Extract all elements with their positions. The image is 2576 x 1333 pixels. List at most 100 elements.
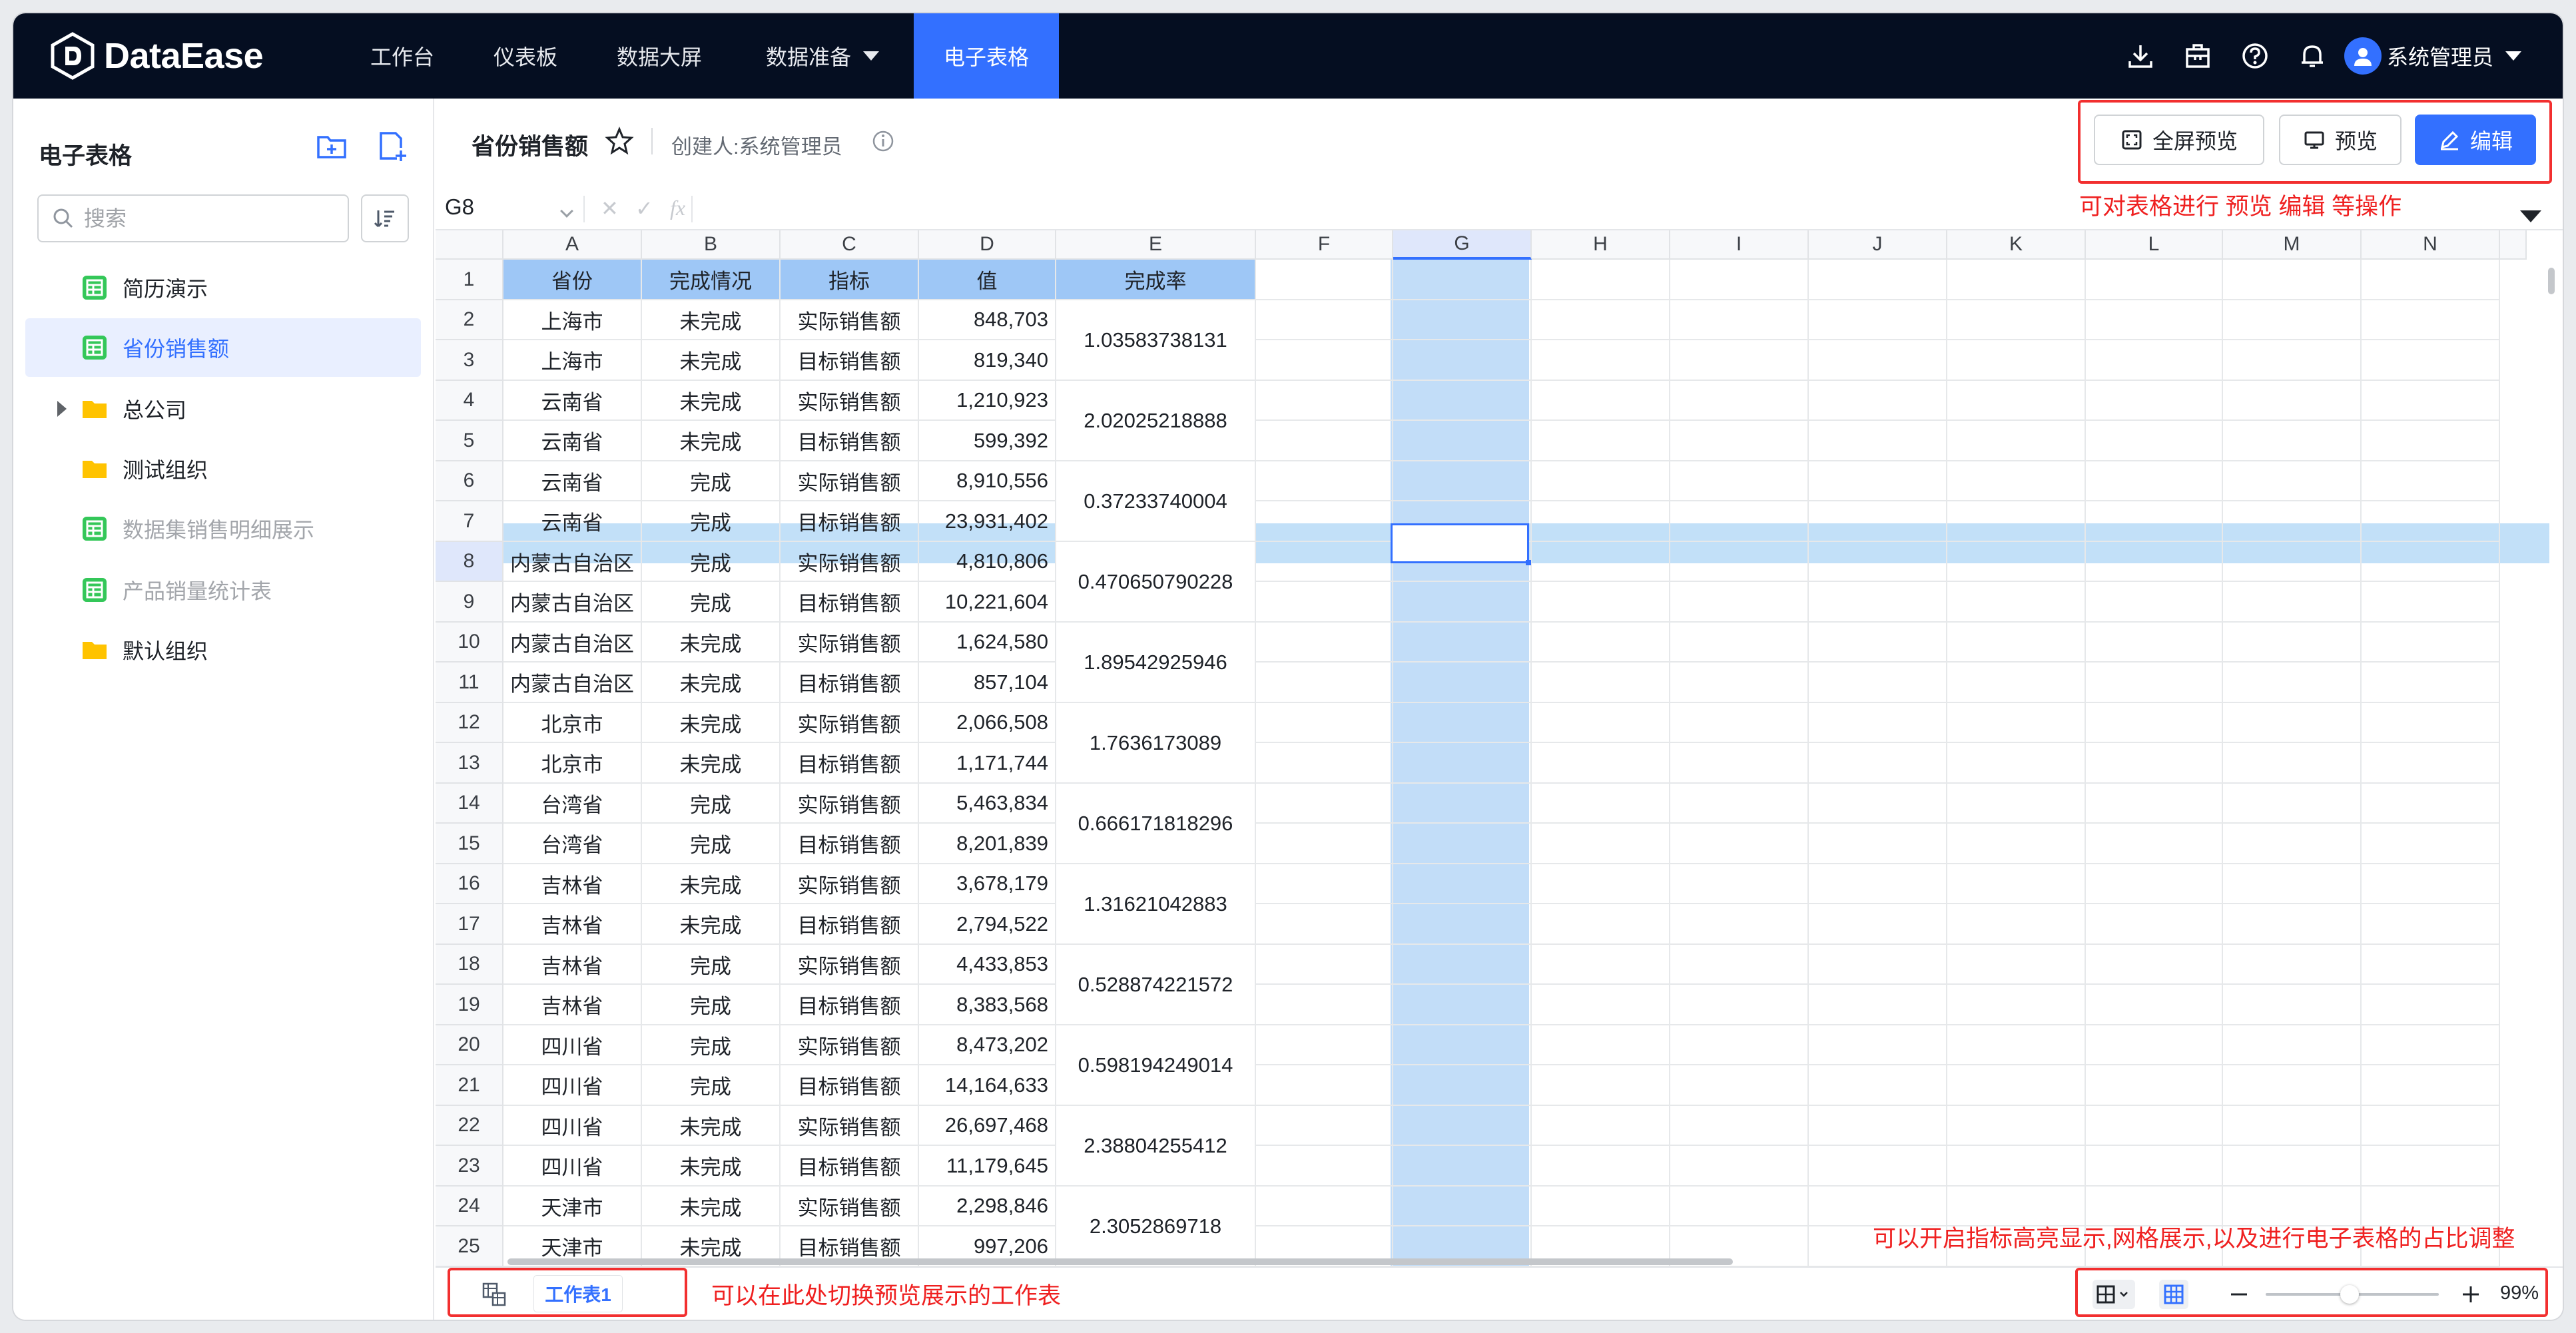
empty-cell[interactable] <box>2223 1106 2362 1146</box>
table-cell[interactable]: 四川省 <box>503 1065 642 1106</box>
empty-cell[interactable] <box>1532 1106 1670 1146</box>
empty-cell[interactable] <box>1947 743 2086 784</box>
empty-cell[interactable] <box>1393 784 1532 824</box>
empty-cell[interactable] <box>2086 260 2223 300</box>
table-cell[interactable]: 实际销售额 <box>781 381 919 421</box>
active-cell[interactable] <box>1391 523 1531 565</box>
empty-cell[interactable] <box>2223 461 2362 501</box>
empty-cell[interactable] <box>1670 340 1809 381</box>
empty-cell[interactable] <box>2086 1025 2223 1065</box>
empty-cell[interactable] <box>1532 542 1670 582</box>
empty-cell[interactable] <box>1532 703 1670 743</box>
table-cell[interactable]: 台湾省 <box>503 784 642 824</box>
empty-cell[interactable] <box>1532 1025 1670 1065</box>
column-header[interactable]: D <box>919 230 1056 260</box>
table-cell[interactable]: 857,104 <box>919 663 1056 703</box>
row-header[interactable]: 17 <box>436 904 503 945</box>
table-cell[interactable]: 完成率 <box>1056 260 1256 300</box>
empty-cell[interactable] <box>1809 663 1947 703</box>
empty-cell[interactable] <box>2223 300 2362 340</box>
empty-cell[interactable] <box>1393 421 1532 461</box>
empty-cell[interactable] <box>1670 904 1809 945</box>
table-cell[interactable]: 内蒙古自治区 <box>503 623 642 663</box>
empty-cell[interactable] <box>2086 300 2223 340</box>
table-cell[interactable]: 目标销售额 <box>781 663 919 703</box>
empty-cell[interactable] <box>1947 1025 2086 1065</box>
empty-cell[interactable] <box>1670 260 1809 300</box>
table-cell[interactable]: 吉林省 <box>503 904 642 945</box>
row-header[interactable]: 11 <box>436 663 503 703</box>
table-cell[interactable]: 11,179,645 <box>919 1146 1056 1187</box>
empty-cell[interactable] <box>1532 784 1670 824</box>
empty-cell[interactable] <box>1256 824 1393 864</box>
empty-cell[interactable] <box>1532 1146 1670 1187</box>
table-cell[interactable]: 23,931,402 <box>919 501 1056 542</box>
nav-data-screen[interactable]: 数据大屏 <box>599 13 719 99</box>
spreadsheet-grid[interactable]: A B C D E F G H I J K L M N 1 省份 完成情况 指标值完成率 2 上海市 未完成 实际销售额 8… <box>436 230 2563 1266</box>
empty-cell[interactable] <box>1393 1065 1532 1106</box>
info-icon[interactable] <box>871 129 895 153</box>
empty-cell[interactable] <box>2223 1025 2362 1065</box>
table-cell[interactable]: 完成 <box>642 945 781 985</box>
empty-cell[interactable] <box>1670 824 1809 864</box>
empty-cell[interactable] <box>1256 904 1393 945</box>
empty-cell[interactable] <box>1256 461 1393 501</box>
table-cell[interactable]: 北京市 <box>503 703 642 743</box>
tree-item-dataset-sales-detail[interactable]: 数据集销售明细展示 <box>25 499 421 558</box>
table-cell[interactable]: 26,697,468 <box>919 1106 1056 1146</box>
empty-cell[interactable] <box>1393 1025 1532 1065</box>
empty-cell[interactable] <box>1947 904 2086 945</box>
empty-cell[interactable] <box>1393 1187 1532 1226</box>
row-header[interactable]: 25 <box>436 1226 503 1266</box>
empty-cell[interactable] <box>1256 381 1393 421</box>
empty-cell[interactable] <box>1670 542 1809 582</box>
empty-cell[interactable] <box>2362 945 2500 985</box>
table-cell[interactable]: 云南省 <box>503 421 642 461</box>
empty-cell[interactable] <box>2362 623 2500 663</box>
table-cell[interactable]: 未完成 <box>642 703 781 743</box>
empty-cell[interactable] <box>2086 824 2223 864</box>
empty-cell[interactable] <box>1947 1065 2086 1106</box>
table-cell[interactable]: 完成 <box>642 501 781 542</box>
table-cell[interactable]: 4,810,806 <box>919 542 1056 582</box>
table-cell[interactable]: 未完成 <box>642 381 781 421</box>
merged-rate-cell[interactable]: 2.02025218888 <box>1056 381 1256 461</box>
column-header[interactable]: K <box>1947 230 2086 260</box>
empty-cell[interactable] <box>1670 623 1809 663</box>
empty-cell[interactable] <box>1256 1065 1393 1106</box>
empty-cell[interactable] <box>2362 784 2500 824</box>
merged-rate-cell[interactable]: 1.03583738131 <box>1056 300 1256 381</box>
table-cell[interactable]: 未完成 <box>642 1146 781 1187</box>
empty-cell[interactable] <box>1670 582 1809 623</box>
row-header[interactable]: 7 <box>436 501 503 542</box>
empty-cell[interactable] <box>2086 542 2223 582</box>
empty-cell[interactable] <box>2223 824 2362 864</box>
row-header[interactable]: 19 <box>436 985 503 1025</box>
table-cell[interactable]: 8,201,839 <box>919 824 1056 864</box>
nav-dashboard[interactable]: 仪表板 <box>477 13 574 99</box>
table-cell[interactable]: 2,298,846 <box>919 1187 1056 1226</box>
empty-cell[interactable] <box>1256 743 1393 784</box>
empty-cell[interactable] <box>2086 904 2223 945</box>
empty-cell[interactable] <box>1670 1065 1809 1106</box>
empty-cell[interactable] <box>2086 1106 2223 1146</box>
merged-rate-cell[interactable]: 0.598194249014 <box>1056 1025 1256 1106</box>
table-cell[interactable]: 未完成 <box>642 1187 781 1226</box>
table-cell[interactable]: 完成 <box>642 1025 781 1065</box>
empty-cell[interactable] <box>1393 461 1532 501</box>
table-cell[interactable]: 天津市 <box>503 1187 642 1226</box>
column-header[interactable]: I <box>1670 230 1809 260</box>
row-header[interactable]: 20 <box>436 1025 503 1065</box>
table-cell[interactable]: 内蒙古自治区 <box>503 663 642 703</box>
empty-cell[interactable] <box>1809 864 1947 904</box>
tree-item-province-sales[interactable]: 省份销售额 <box>25 318 421 377</box>
empty-cell[interactable] <box>2086 501 2223 542</box>
empty-cell[interactable] <box>2362 340 2500 381</box>
empty-cell[interactable] <box>1809 1025 1947 1065</box>
nav-spreadsheet[interactable]: 电子表格 <box>914 13 1059 99</box>
collapse-dropdown-icon[interactable] <box>2520 210 2541 222</box>
empty-cell[interactable] <box>1532 663 1670 703</box>
empty-cell[interactable] <box>1393 300 1532 340</box>
column-header-partial[interactable] <box>2500 230 2527 260</box>
empty-cell[interactable] <box>2223 784 2362 824</box>
